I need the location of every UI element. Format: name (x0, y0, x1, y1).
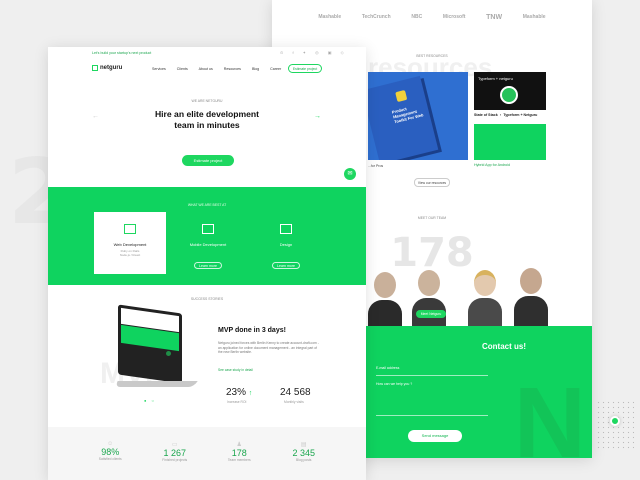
blog-icon: ▤ (300, 442, 307, 448)
nav-item-clients[interactable]: Clients (177, 67, 188, 71)
netguru-logo-icon (92, 65, 98, 71)
laptop-image (112, 304, 198, 395)
social-icons: ⊙ f ✦ ◎ ▣ ◇ (280, 50, 348, 55)
press-logo: Mashable (522, 14, 546, 20)
stat-roi-value: 23% ↑ (226, 387, 253, 398)
resource-book-tile[interactable]: Product Management Toolkit For Web (368, 72, 468, 160)
team-photo (468, 270, 502, 328)
arrow-left-icon[interactable]: ← (92, 113, 99, 120)
learn-more-button[interactable]: Learn more (272, 262, 300, 269)
press-logos: Mashable TechCrunch NBC Microsoft TNW Ma… (272, 14, 592, 21)
stat-item: ♟ 178 Team members (214, 441, 264, 480)
hero-title: Hire an elite development team in minute… (154, 109, 260, 130)
left-page: Let's build your startup's next product … (48, 47, 366, 480)
resource-android-tile[interactable] (474, 124, 546, 160)
resource-item-title: State of Stack ・ Typeform + Netguru (474, 113, 538, 117)
team-photo (412, 270, 446, 328)
stat-value: 98% (101, 447, 120, 457)
service-label: Design (279, 242, 293, 247)
team-photo (368, 272, 402, 330)
stat-value: 2 345 (292, 448, 316, 458)
service-card-mobile[interactable]: Mobile Development Learn more (172, 212, 244, 274)
book-logo-icon (395, 89, 408, 103)
resource-item-title: Hybrid App for Android (474, 163, 510, 167)
book-cover: Product Management Toolkit For Web (368, 75, 439, 160)
nav-item-services[interactable]: Services (152, 67, 166, 71)
stat-item: ▤ 2 345 Blog posts (279, 441, 329, 480)
service-label: Web Development (113, 242, 147, 247)
success-title: MVP done in 3 days! (218, 327, 286, 334)
stat-roi-label: Increase ROI (227, 400, 247, 404)
main-nav: Services Clients About us Resources Blog… (152, 67, 291, 71)
stat-item: ▭ 1 267 Finished projects (150, 441, 200, 480)
service-card-design[interactable]: Design Learn more (250, 212, 322, 274)
view-resources-button[interactable]: View our resources (414, 178, 450, 187)
laptop-screen (118, 304, 182, 384)
team-photos (368, 262, 568, 330)
laptop-base (114, 381, 198, 387)
press-logo: Microsoft (442, 14, 466, 20)
learn-more-button[interactable]: Learn more (194, 262, 222, 269)
message-field[interactable]: How can we help you ? (376, 382, 488, 416)
stat-label: Blog posts (296, 458, 312, 462)
book-title: Product Management Toolkit For Web (391, 106, 424, 125)
typeform-logo: Typeform + netguru (478, 76, 513, 81)
contact-title: Contact us! (482, 342, 526, 351)
hero-eyebrow: WE ARE NETGURU (191, 99, 223, 103)
mascot-icon (500, 86, 518, 104)
case-study-link[interactable]: See case study in detail (218, 368, 253, 372)
mobile-dev-icon (202, 224, 214, 234)
press-logo: NBC (411, 14, 423, 20)
service-label: Mobile Development (189, 242, 227, 247)
web-dev-icon (124, 224, 136, 234)
resource-item-caption: ...for Pros (368, 164, 384, 168)
brand-name: netguru (100, 65, 123, 71)
team-icon: ♟ (236, 442, 242, 448)
slider-dots[interactable]: ● ○ (144, 398, 156, 403)
nav-item-blog[interactable]: Blog (252, 67, 259, 71)
green-dot-icon (610, 416, 620, 426)
success-desc: Netguru joined forces with Berlin Kenny … (218, 341, 319, 355)
services-eyebrow: WHAT WE ARE BEST AT (187, 203, 227, 207)
stat-visits-value: 24 568 (280, 387, 311, 398)
hero-estimate-button[interactable]: Estimate project (182, 155, 234, 166)
stat-value: 1 267 (163, 448, 187, 458)
stat-item: ☺ 98% Satisfied clients (85, 441, 135, 480)
carousel-dot-icon[interactable] (166, 351, 171, 356)
contact-watermark: N (513, 367, 586, 458)
nav-item-career[interactable]: Career (270, 67, 281, 71)
stats-band: ☺ 98% Satisfied clients ▭ 1 267 Finished… (48, 427, 366, 480)
stat-label: Finished projects (162, 458, 188, 462)
team-photo (514, 268, 548, 328)
stat-value: 178 (231, 448, 247, 458)
services-section: WHAT WE ARE BEST AT Web Development Ruby… (48, 187, 366, 285)
resource-typeform-tile[interactable]: Typeform + netguru (474, 72, 546, 110)
stat-visits-label: Monthly visits (284, 400, 304, 404)
success-eyebrow: SUCCESS STORIES (190, 297, 224, 301)
press-logo: Mashable (318, 14, 342, 20)
email-field[interactable]: E-mail address (376, 366, 488, 376)
service-card-web[interactable]: Web Development Ruby on Rails Node.js / … (94, 212, 166, 274)
press-logo: TNW (486, 14, 503, 21)
projects-icon: ▭ (171, 442, 178, 448)
stat-label: Satisfied clients (98, 457, 122, 461)
topbar-text[interactable]: Let's build your startup's next product (92, 51, 151, 55)
service-sub: Node.js / React (119, 253, 141, 257)
contact-section: N Contact us! E-mail address How can we … (368, 326, 592, 458)
nav-estimate-button[interactable]: Estimate project (288, 64, 322, 73)
stat-label: Team members (227, 458, 251, 462)
meet-netguru-button[interactable]: Meet Netguru (416, 310, 446, 318)
chat-icon[interactable]: ✉ (344, 168, 356, 180)
nav-item-about[interactable]: About us (199, 67, 213, 71)
design-icon (280, 224, 292, 234)
arrow-right-icon[interactable]: → (314, 113, 321, 120)
nav-item-resources[interactable]: Resources (224, 67, 241, 71)
logo[interactable]: netguru (92, 65, 122, 71)
press-logo: TechCrunch (361, 14, 391, 20)
arrow-up-icon: ↑ (248, 390, 253, 397)
send-message-button[interactable]: Send message (408, 430, 462, 442)
